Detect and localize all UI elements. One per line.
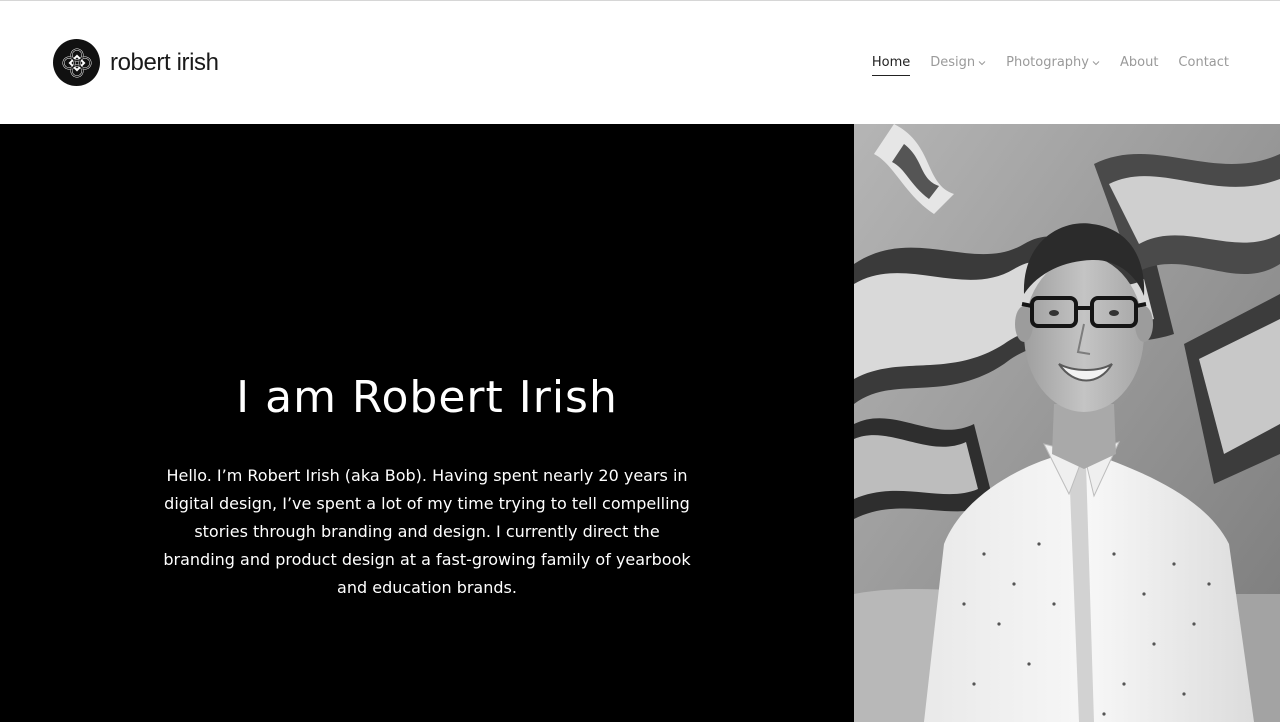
nav-item-design[interactable]: Design	[930, 55, 986, 76]
nav-item-label: Home	[871, 55, 911, 70]
page: robert irish Home Design Photography Abo…	[0, 0, 1280, 722]
nav-item-label: Contact	[1178, 55, 1229, 70]
brand-home-link[interactable]: robert irish	[53, 39, 219, 86]
nav-item-photography[interactable]: Photography	[1006, 55, 1100, 76]
hero-intro-text: Hello. I’m Robert Irish (aka Bob). Havin…	[163, 466, 691, 597]
chevron-down-icon	[1092, 59, 1100, 67]
site-header: robert irish Home Design Photography Abo…	[0, 1, 1280, 124]
nav-item-home[interactable]: Home	[871, 55, 911, 76]
chevron-down-icon	[978, 59, 986, 67]
nav-item-label: Photography	[1006, 55, 1089, 70]
nav-item-label: About	[1119, 55, 1159, 70]
nav-item-about[interactable]: About	[1120, 55, 1158, 76]
hero-title: I am Robert Irish	[236, 372, 618, 423]
brand-name: robert irish	[110, 48, 219, 76]
portrait-photo	[854, 124, 1280, 722]
hero-intro-panel: I am Robert Irish Hello. I’m Robert Iris…	[0, 124, 854, 722]
main-nav: Home Design Photography About Contact	[871, 55, 1229, 76]
nav-item-label: Design	[930, 55, 976, 70]
nav-item-contact[interactable]: Contact	[1178, 55, 1229, 76]
portrait-illustration	[854, 124, 1280, 722]
celtic-knot-icon	[53, 39, 100, 86]
